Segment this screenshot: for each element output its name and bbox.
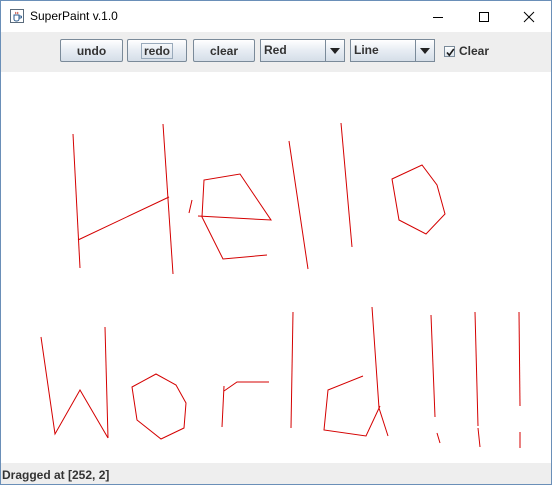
title-bar[interactable]: SuperPaint v.1.0 [1, 1, 551, 32]
stroke-polyline [197, 173, 272, 260]
color-select-arrow[interactable] [325, 40, 344, 61]
maximize-button[interactable] [461, 1, 507, 32]
stroke-line [288, 140, 309, 270]
close-icon [523, 11, 535, 22]
redo-button[interactable]: redo [127, 39, 187, 62]
clear-checkbox[interactable] [444, 45, 455, 57]
clear-label: clear [209, 43, 239, 58]
minimize-icon [433, 16, 443, 18]
stroke-line [290, 311, 294, 429]
shape-select-value: Line [354, 43, 379, 57]
stroke-polyline [223, 381, 269, 392]
drawing-canvas[interactable] [1, 72, 551, 463]
color-select[interactable]: Red [260, 39, 345, 62]
chevron-down-icon [420, 47, 430, 54]
stroke-polyline [40, 336, 109, 439]
stroke-line [221, 385, 225, 428]
window-title: SuperPaint v.1.0 [30, 9, 118, 23]
stroke-line [474, 311, 479, 427]
stroke-line [430, 314, 436, 418]
undo-label: undo [76, 43, 107, 58]
stroke-line [340, 122, 353, 248]
stroke-line [436, 432, 441, 444]
clear-checkbox-label: Clear [459, 44, 490, 58]
checkmark-icon [446, 48, 455, 56]
shape-select[interactable]: Line [350, 39, 435, 62]
stroke-polyline [323, 375, 381, 437]
java-cup-icon [10, 9, 24, 23]
clear-checkbox-control[interactable]: Clear [444, 43, 489, 59]
status-text: Dragged at [252, 2] [2, 468, 110, 482]
stroke-line [77, 196, 170, 241]
drawing-strokes [40, 122, 521, 448]
stroke-line [188, 199, 193, 214]
color-select-value: Red [264, 43, 287, 57]
chevron-down-icon [330, 47, 340, 54]
close-button[interactable] [506, 1, 551, 32]
clear-button[interactable]: clear [193, 39, 255, 62]
minimize-button[interactable] [415, 1, 461, 32]
status-bar: Dragged at [252, 2] [1, 463, 551, 484]
app-window: SuperPaint v.1.0 undo redo clear Red Lin… [0, 0, 552, 485]
stroke-polyline [371, 306, 389, 437]
undo-button[interactable]: undo [60, 39, 123, 62]
stroke-line [104, 326, 109, 439]
shape-select-arrow[interactable] [415, 40, 434, 61]
redo-label: redo [140, 42, 173, 59]
stroke-line [518, 311, 521, 407]
toolbar: undo redo clear Red Line Clear [1, 32, 551, 72]
stroke-polygon [131, 373, 187, 440]
stroke-polygon [391, 164, 446, 235]
stroke-line [72, 133, 81, 269]
stroke-line [477, 427, 481, 448]
maximize-icon [479, 11, 489, 22]
